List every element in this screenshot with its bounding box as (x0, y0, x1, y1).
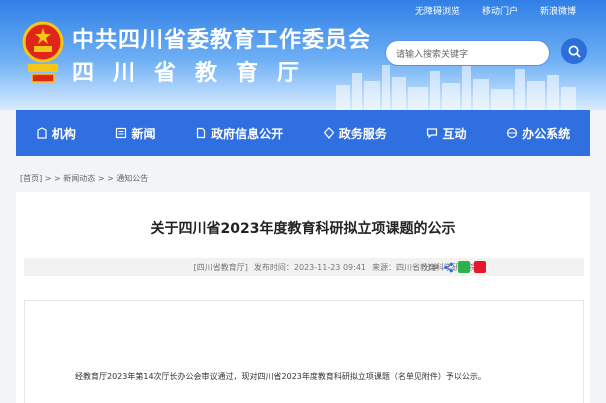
top-links: 无障碍浏览 移动门户 新浪微博 (415, 4, 576, 17)
weibo-icon[interactable] (474, 261, 486, 273)
site-header: 无障碍浏览 移动门户 新浪微博 中共四川省委教育工作委员会 四川省教育厅 请输入… (0, 0, 606, 110)
article-body: 经教育厅2023年第14次厅长办公会审议通过，现对四川省2023年度教育科研拟立… (24, 300, 584, 403)
office-icon (506, 127, 518, 139)
share-bar: 分享 (423, 258, 486, 276)
article-date: 发布时间：2023-11-23 09:41 (253, 262, 366, 272)
nav-item-gov-info[interactable]: 政府信息公开 (195, 125, 283, 142)
site-title: 中共四川省委教育工作委员会 (72, 28, 372, 53)
building-icon (37, 127, 47, 139)
breadcrumb[interactable]: [首页] > > 新闻动态 > > 通知公告 (20, 173, 148, 184)
search-icon (568, 45, 581, 58)
toplink-weibo[interactable]: 新浪微博 (540, 4, 576, 17)
main-nav: 机构 新闻 政府信息公开 政务服务 互动 办公系统 (16, 110, 590, 156)
share-label: 分享 (423, 262, 439, 272)
toplink-accessibility[interactable]: 无障碍浏览 (415, 4, 460, 17)
nav-item-interaction[interactable]: 互动 (426, 125, 466, 142)
news-icon (116, 127, 127, 139)
nav-label: 新闻 (131, 126, 156, 141)
wechat-icon[interactable] (458, 261, 470, 273)
chat-icon (427, 128, 438, 139)
nav-label: 政府信息公开 (211, 126, 284, 141)
article-title: 关于四川省2023年度教育科研拟立项课题的公示 (150, 221, 456, 237)
search-button[interactable] (561, 38, 587, 64)
nav-item-office[interactable]: 办公系统 (506, 125, 570, 142)
article-meta: [四川省教育厅] 发布时间：2023-11-23 09:41 来源：四川省教育科… (24, 258, 584, 276)
share-icon[interactable] (443, 262, 454, 273)
toplink-mobile[interactable]: 移动门户 (482, 4, 518, 17)
nav-label: 办公系统 (522, 126, 571, 141)
article-body-text: 经教育厅2023年第14次厅长办公会审议通过，现对四川省2023年度教育科研拟立… (75, 372, 486, 381)
article-source: [四川省教育厅] (193, 262, 248, 272)
national-emblem-icon (22, 21, 64, 83)
service-icon (323, 127, 335, 139)
nav-item-services[interactable]: 政务服务 (323, 125, 387, 142)
article-container: 关于四川省2023年度教育科研拟立项课题的公示 [四川省教育厅] 发布时间：20… (16, 192, 590, 403)
search-input[interactable]: 请输入搜索关键字 (385, 40, 550, 66)
nav-label: 互动 (442, 126, 467, 141)
document-icon (197, 127, 206, 139)
nav-label: 机构 (51, 126, 76, 141)
nav-item-news[interactable]: 新闻 (115, 125, 155, 142)
site-subtitle: 四川省教育厅 (72, 61, 319, 86)
nav-label: 政务服务 (338, 126, 387, 141)
nav-item-institutions[interactable]: 机构 (36, 125, 76, 142)
